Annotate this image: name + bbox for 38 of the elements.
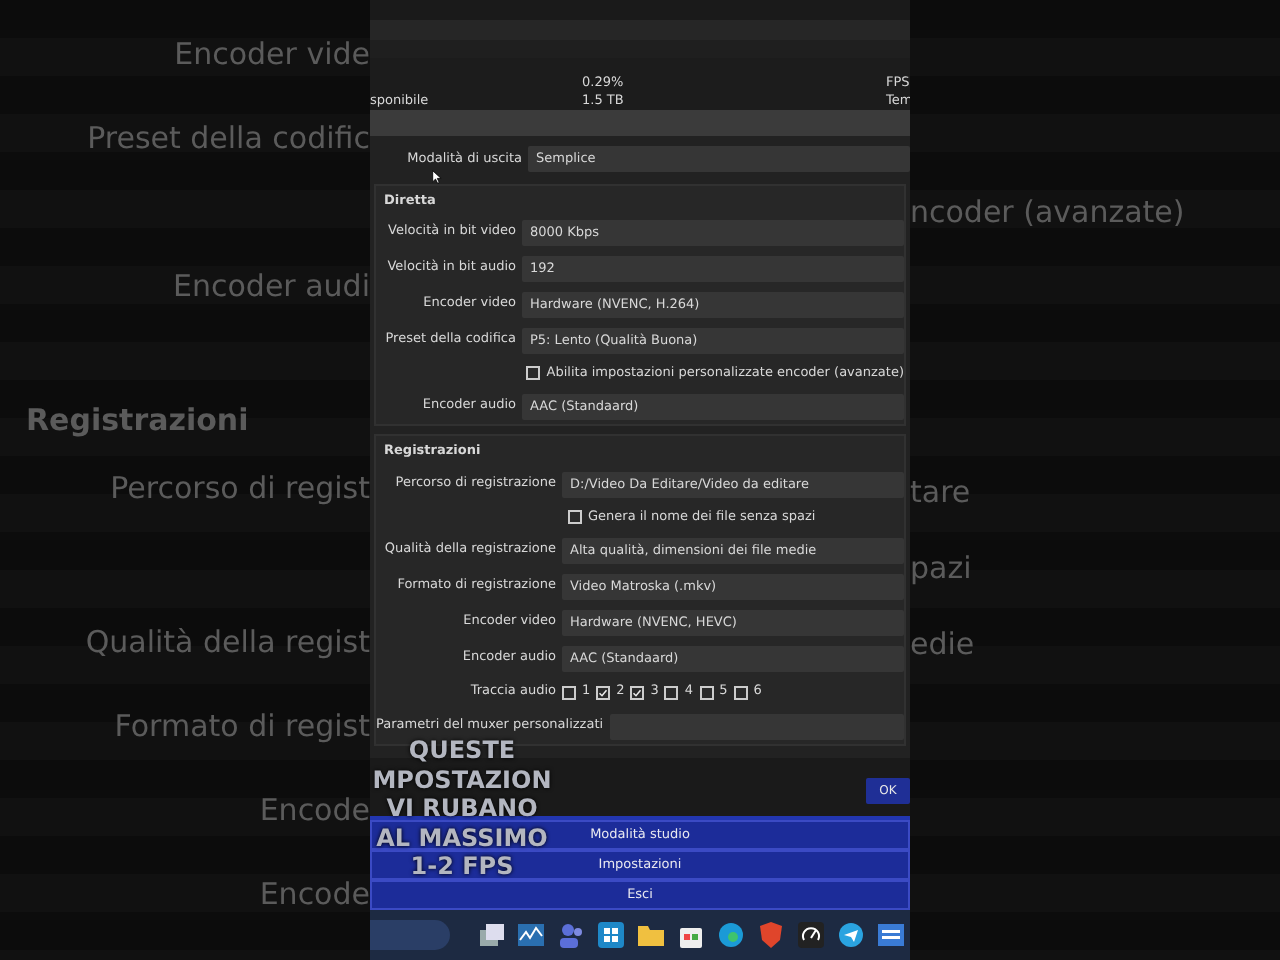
- checkbox[interactable]: [596, 685, 611, 699]
- search-field[interactable]: [370, 920, 450, 950]
- section-heading: Registrazioni: [26, 400, 249, 440]
- folder-icon[interactable]: [636, 920, 666, 950]
- grid-icon[interactable]: [596, 920, 626, 950]
- checkbox[interactable]: [526, 366, 541, 381]
- checkbox[interactable]: [733, 685, 748, 699]
- setting-label: Encode: [259, 790, 370, 830]
- shield-icon[interactable]: [756, 920, 786, 950]
- chart-icon[interactable]: [516, 920, 546, 950]
- caption-text: AL MASSIMO: [374, 823, 550, 852]
- cursor-icon: [432, 169, 446, 183]
- setting-text: ncoder (avanzate): [910, 192, 1185, 232]
- setting-label: Encode: [259, 874, 370, 914]
- setting-text: edie: [910, 624, 975, 664]
- checkbox[interactable]: [699, 685, 714, 699]
- window-stack-icon[interactable]: [476, 920, 506, 950]
- setting-text: pazi: [910, 548, 972, 588]
- setting-label: Percorso di regist: [110, 468, 370, 508]
- caption-text: QUESTE: [406, 736, 518, 765]
- checkbox[interactable]: [630, 685, 645, 699]
- checkbox[interactable]: [664, 685, 679, 699]
- setting-label: Encoder vide: [174, 34, 370, 74]
- setting-label: Formato di regist: [114, 706, 370, 746]
- browser-icon[interactable]: [716, 920, 746, 950]
- window-icon[interactable]: [876, 920, 906, 950]
- setting-text: tare: [910, 472, 971, 512]
- gauge-icon[interactable]: [796, 920, 826, 950]
- paper-plane-icon[interactable]: [836, 920, 866, 950]
- people-icon[interactable]: [556, 920, 586, 950]
- checkbox[interactable]: [568, 510, 582, 524]
- caption-text: 1-2 FPS: [408, 852, 516, 881]
- caption-text: VI RUBANO: [384, 794, 540, 823]
- setting-label: Encoder audi: [173, 266, 370, 306]
- setting-label: Preset della codific: [87, 118, 370, 158]
- setting-label: Qualità della regist: [85, 622, 370, 662]
- checkbox[interactable]: [562, 685, 576, 699]
- caption-text: MPOSTAZION: [370, 765, 554, 794]
